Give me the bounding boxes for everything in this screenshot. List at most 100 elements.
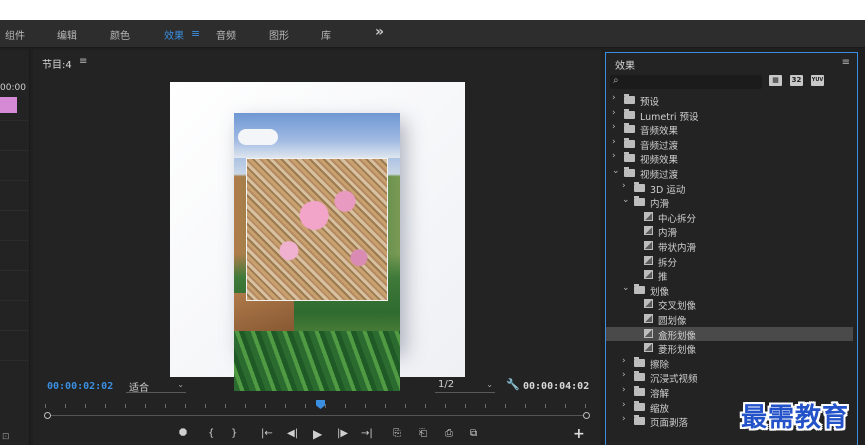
folder-icon — [634, 284, 645, 294]
program-monitor-menu-icon[interactable]: ≡ — [79, 56, 87, 67]
overflow-chevron-icon[interactable]: » — [375, 24, 384, 40]
tree-item[interactable]: ⌄ 划像 — [606, 283, 853, 298]
tree-item[interactable]: › 预设 — [606, 93, 853, 108]
divider — [0, 150, 29, 151]
mark-out-icon[interactable]: } — [231, 428, 237, 439]
add-button-icon[interactable]: + — [573, 426, 585, 442]
accelerated-effects-icon[interactable]: ▦ — [769, 75, 782, 86]
chevron-right-icon[interactable]: › — [612, 137, 616, 147]
chevron-right-icon[interactable]: › — [612, 108, 616, 118]
marker-icon[interactable]: ⯃ — [179, 428, 187, 439]
lift-icon[interactable]: ⎘ — [393, 428, 401, 439]
transition-box-photo — [246, 158, 388, 301]
folder-icon — [634, 371, 645, 381]
clip-color-label[interactable] — [0, 97, 17, 113]
ruler-tick — [125, 404, 126, 408]
ruler-tick — [525, 404, 526, 408]
chevron-right-icon[interactable]: › — [612, 93, 616, 103]
playback-resolution-select[interactable]: 1/2 ⌄ — [435, 379, 495, 393]
tree-item[interactable]: › Lumetri 预设 — [606, 108, 853, 123]
folder-icon — [634, 196, 645, 206]
chevron-right-icon[interactable]: › — [622, 400, 626, 410]
chevron-right-icon[interactable]: › — [622, 414, 626, 424]
extract-icon[interactable]: ⎗ — [419, 428, 427, 439]
ruler-tick — [325, 404, 326, 408]
chevron-right-icon[interactable]: › — [622, 370, 626, 380]
leaves — [234, 331, 400, 391]
mark-in-icon[interactable]: { — [208, 428, 214, 439]
tree-item[interactable]: › 擦除 — [606, 356, 853, 371]
step-back-icon[interactable]: ◀| — [287, 428, 298, 439]
tree-item[interactable]: 圆划像 — [606, 312, 853, 327]
tab-assembly[interactable]: 组件 — [5, 27, 25, 42]
program-monitor-title[interactable]: 节目:4 — [42, 56, 72, 71]
chevron-right-icon[interactable]: › — [612, 151, 616, 161]
resolution-value: 1/2 — [438, 379, 455, 390]
effects-panel-title[interactable]: 效果 — [615, 57, 635, 72]
tree-item[interactable]: 盒形划像 — [606, 327, 853, 342]
chevron-down-icon[interactable]: ⌄ — [612, 166, 620, 176]
tree-item[interactable]: › 音频效果 — [606, 122, 853, 137]
tree-item[interactable]: 交叉划像 — [606, 297, 853, 312]
panel-resize-icon[interactable]: ⊡ — [2, 432, 10, 442]
tree-item[interactable]: › 视频效果 — [606, 151, 853, 166]
wrench-icon[interactable]: 🔧 — [506, 378, 520, 391]
export-frame-icon[interactable]: ⎙ — [445, 428, 453, 439]
source-panel-strip: 00:00 ⊡ — [0, 50, 30, 445]
tree-item[interactable]: › 3D 运动 — [606, 181, 853, 196]
ruler-tick — [445, 404, 446, 408]
tree-item-label: 视频效果 — [640, 155, 679, 166]
chevron-down-icon[interactable]: ⌄ — [622, 283, 630, 293]
tab-graphics[interactable]: 图形 — [269, 27, 289, 42]
yuv-effects-icon[interactable]: YUV — [811, 75, 824, 86]
tree-item[interactable]: ⌄ 视频过渡 — [606, 166, 853, 181]
tab-color[interactable]: 颜色 — [110, 27, 130, 42]
tree-item[interactable]: 内滑 — [606, 224, 853, 239]
32bit-effects-icon[interactable]: 32 — [790, 75, 803, 86]
step-forward-icon[interactable]: |▶ — [337, 428, 348, 439]
tab-audio[interactable]: 音频 — [216, 27, 236, 42]
tree-item[interactable]: 拆分 — [606, 254, 853, 269]
tree-item[interactable]: › 音频过渡 — [606, 137, 853, 152]
go-to-in-icon[interactable]: |← — [261, 428, 273, 439]
go-to-out-icon[interactable]: →| — [361, 428, 373, 439]
hamburger-icon[interactable]: ≡ — [191, 27, 200, 40]
divider — [0, 180, 29, 181]
folder-icon — [624, 123, 635, 133]
video-preview[interactable] — [170, 82, 465, 391]
tab-libraries[interactable]: 库 — [321, 27, 331, 42]
chevron-right-icon[interactable]: › — [622, 385, 626, 395]
tree-item[interactable]: 推 — [606, 268, 853, 283]
tree-item-label: 划像 — [650, 287, 670, 298]
tree-item[interactable]: › 沉浸式视频 — [606, 370, 853, 385]
play-icon[interactable]: ▶ — [313, 427, 322, 441]
tree-item-label: 内滑 — [650, 199, 670, 210]
tree-item-label: 溶解 — [650, 389, 670, 400]
effects-panel-menu-icon[interactable]: ≡ — [842, 57, 850, 68]
transition-effect-icon — [644, 343, 653, 352]
chevron-right-icon[interactable]: › — [612, 122, 616, 132]
zoom-scrollbar[interactable] — [44, 412, 590, 419]
compare-icon[interactable]: ⧉ — [470, 428, 477, 439]
effects-search-input[interactable]: ⌕ — [610, 75, 762, 89]
ruler-tick — [565, 404, 566, 408]
tree-item[interactable]: 菱形划像 — [606, 341, 853, 356]
transition-effect-icon — [644, 256, 653, 265]
tree-item[interactable]: 带状内滑 — [606, 239, 853, 254]
folder-icon — [624, 152, 635, 162]
chevron-right-icon[interactable]: › — [622, 356, 626, 366]
zoom-fit-select[interactable]: 适合 ⌄ — [126, 379, 186, 394]
ruler-tick — [105, 404, 106, 408]
chevron-down-icon[interactable]: ⌄ — [622, 195, 630, 205]
chevron-right-icon[interactable]: › — [622, 181, 626, 191]
tab-editing[interactable]: 编辑 — [57, 27, 77, 42]
divider — [0, 330, 29, 331]
tab-effects[interactable]: 效果 — [164, 27, 184, 42]
playhead-timecode[interactable]: 00:00:02:02 — [47, 381, 113, 392]
tree-item[interactable]: 中心拆分 — [606, 210, 853, 225]
scrollbar-start-handle[interactable] — [44, 412, 51, 419]
folder-icon — [634, 401, 645, 411]
divider — [0, 240, 29, 241]
tree-item[interactable]: ⌄ 内滑 — [606, 195, 853, 210]
scrollbar-end-handle[interactable] — [583, 412, 590, 419]
